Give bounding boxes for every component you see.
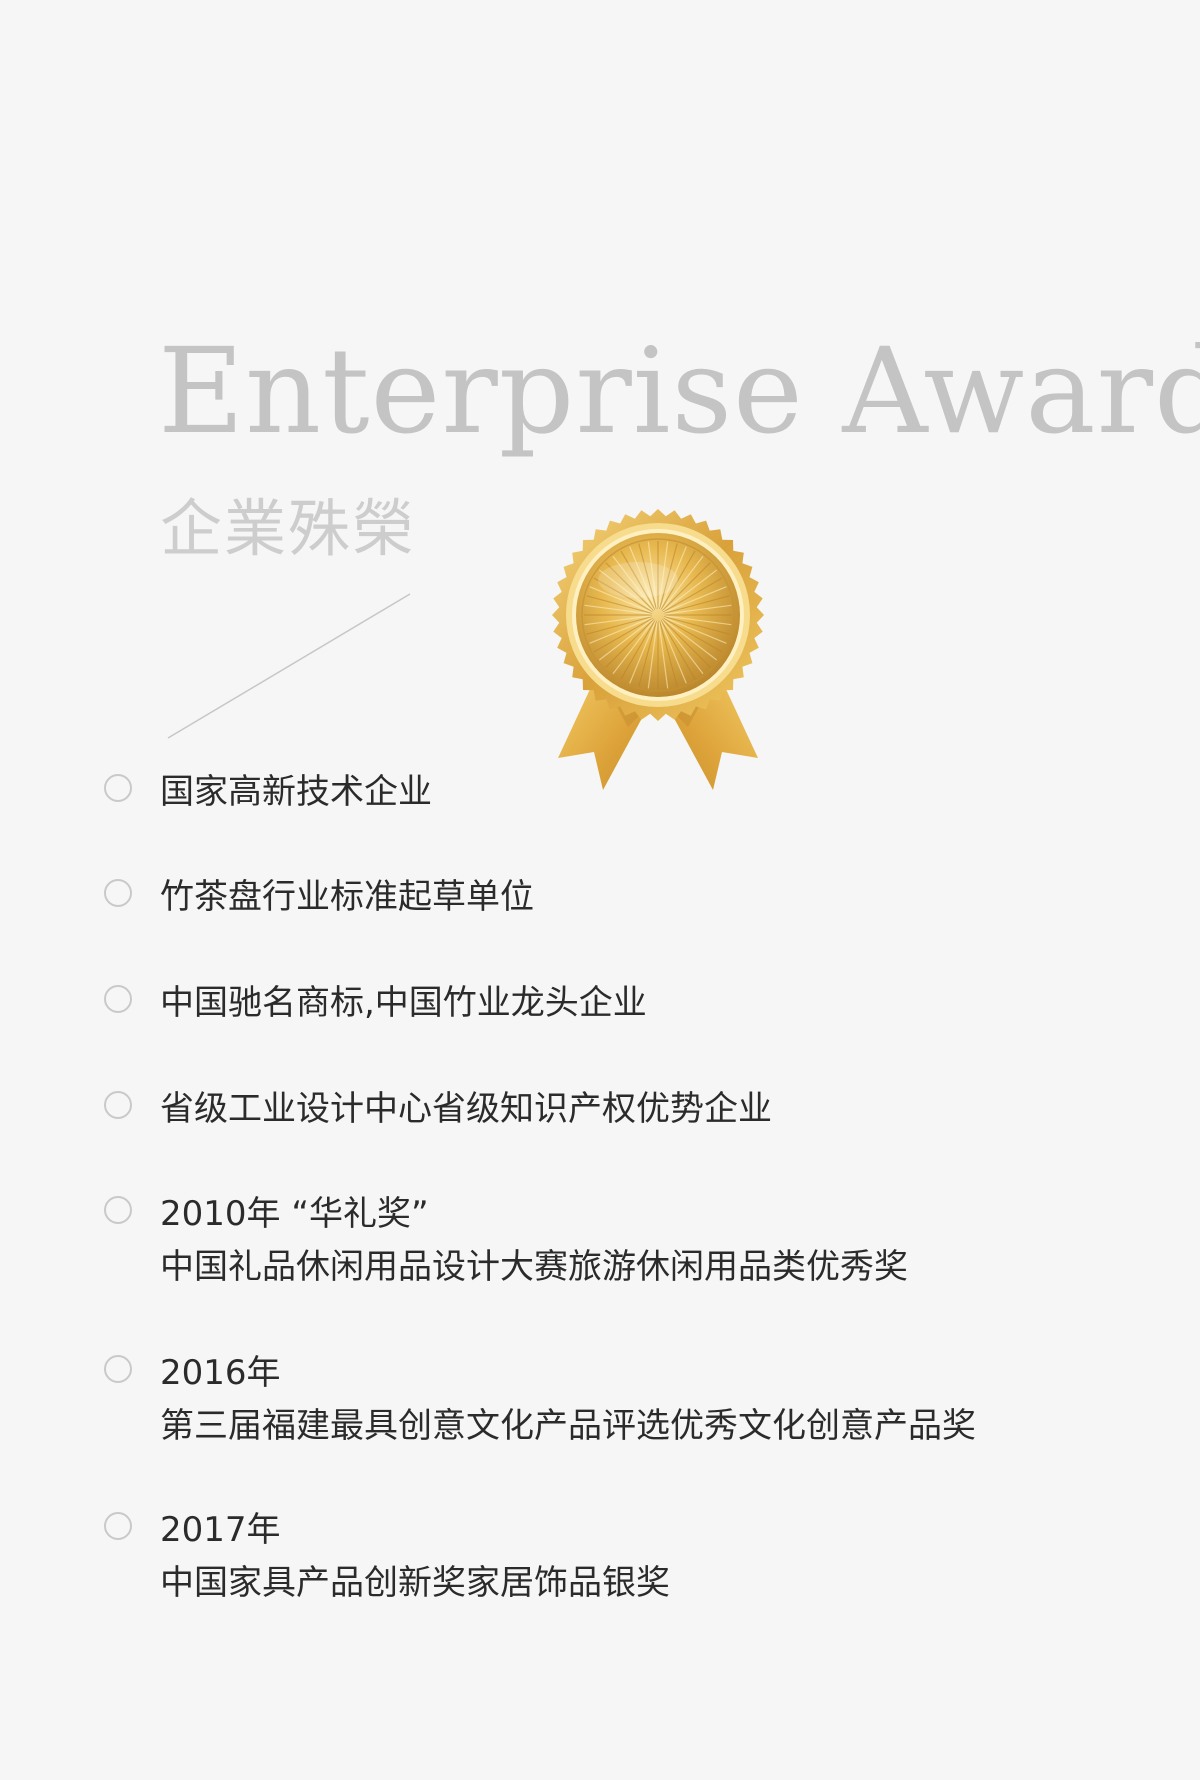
circle-bullet-icon xyxy=(104,1512,132,1540)
award-title: 第三届福建最具创意文化产品评选优秀文化创意产品奖 xyxy=(160,1406,976,1446)
circle-bullet-icon xyxy=(104,1355,132,1383)
award-title: 竹茶盘行业标准起草单位 xyxy=(160,877,534,917)
award-title: 省级工业设计中心省级知识产权优势企业 xyxy=(160,1089,772,1129)
award-text: 省级工业设计中心省级知识产权优势企业 xyxy=(160,1083,772,1136)
enterprise-award-page: Enterprise Award 企業殊榮 国家高新技术企业 竹茶盘行业标准起草… xyxy=(0,0,1200,1780)
circle-bullet-icon xyxy=(104,1091,132,1119)
award-text: 2016年 第三届福建最具创意文化产品评选优秀文化创意产品奖 xyxy=(160,1347,976,1453)
award-text: 中国驰名商标,中国竹业龙头企业 xyxy=(160,977,647,1030)
award-year: 2016年 xyxy=(160,1353,281,1393)
award-text: 2017年 中国家具产品创新奖家居饰品银奖 xyxy=(160,1504,670,1610)
award-year: 2017年 xyxy=(160,1510,281,1550)
award-list: 国家高新技术企业 竹茶盘行业标准起草单位 中国驰名商标,中国竹业龙头企业 省级工… xyxy=(0,0,1200,1780)
award-text: 2010年 “华礼奖” 中国礼品休闲用品设计大赛旅游休闲用品类优秀奖 xyxy=(160,1188,908,1294)
circle-bullet-icon xyxy=(104,985,132,1013)
circle-bullet-icon xyxy=(104,879,132,907)
award-text: 竹茶盘行业标准起草单位 xyxy=(160,871,534,924)
award-title: 中国驰名商标,中国竹业龙头企业 xyxy=(160,983,647,1023)
circle-bullet-icon xyxy=(104,774,132,802)
award-title: 国家高新技术企业 xyxy=(160,772,432,812)
award-text: 国家高新技术企业 xyxy=(160,766,432,819)
award-title: 中国家具产品创新奖家居饰品银奖 xyxy=(160,1563,670,1603)
award-year: 2010年 “华礼奖” xyxy=(160,1194,429,1234)
award-title: 中国礼品休闲用品设计大赛旅游休闲用品类优秀奖 xyxy=(160,1247,908,1287)
circle-bullet-icon xyxy=(104,1196,132,1224)
